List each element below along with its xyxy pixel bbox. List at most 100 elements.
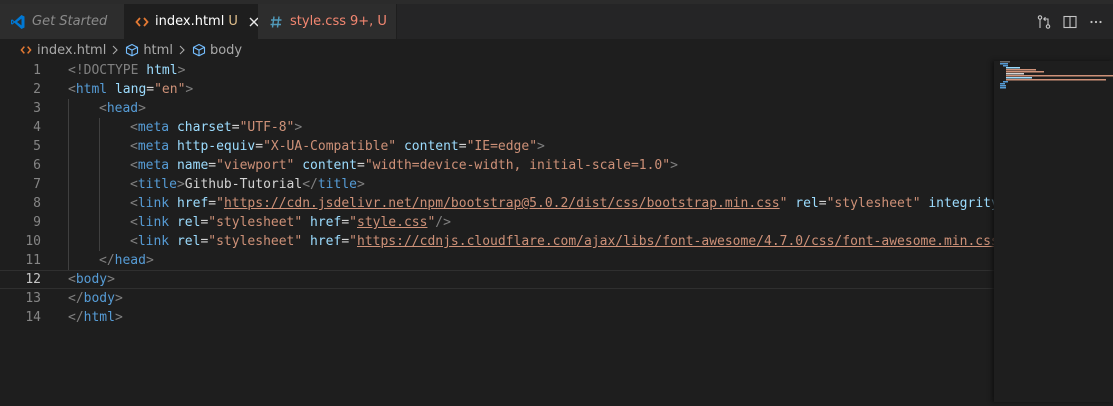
breadcrumb-label: index.html: [37, 42, 107, 58]
line-number: 6: [33, 158, 41, 173]
code-line: 11 </head>: [0, 251, 994, 270]
line-content: </html>: [68, 310, 123, 325]
tab-index-html[interactable]: index.html U: [125, 4, 259, 39]
minimap[interactable]: [994, 61, 1113, 402]
attr-name: http-equiv: [176, 139, 256, 154]
tag-name: body: [83, 291, 115, 306]
style-css-link[interactable]: style.css: [357, 215, 427, 230]
attr-name: charset: [176, 120, 232, 135]
code-line: 2 <html lang="en">: [0, 80, 994, 99]
vscode-logo-icon: [10, 14, 26, 30]
line-number: 13: [25, 291, 41, 306]
code-line: 10 <link rel="stylesheet" href="https://…: [0, 232, 994, 251]
line-number: 9: [33, 215, 41, 230]
line-content: <body>: [68, 272, 115, 287]
code-line-current: 12 <body>: [0, 270, 994, 289]
code-editor[interactable]: 1 <!DOCTYPE html> 2 <html lang="en"> 3 <…: [0, 61, 994, 402]
attr-value: "stylesheet": [208, 234, 303, 249]
tag-name: meta: [137, 139, 170, 154]
line-content: </head>: [99, 253, 154, 268]
attr-name: content: [403, 139, 459, 154]
title-text: Github-Tutorial: [184, 177, 303, 192]
tag-name: head: [106, 101, 139, 116]
line-content: <meta charset="UTF-8">: [130, 120, 303, 135]
tag-name: link: [137, 215, 170, 230]
line-content: <link href="https://cdn.jsdelivr.net/npm…: [130, 194, 994, 213]
tag-name: link: [137, 234, 170, 249]
line-number: 4: [33, 120, 41, 135]
line-number: 5: [33, 139, 41, 154]
line-content: <link rel="stylesheet" href="https://cdn…: [130, 232, 994, 251]
css-file-icon: [268, 14, 284, 30]
element-cube-icon: [124, 42, 140, 58]
attr-name: integrity: [928, 196, 994, 211]
line-content: </body>: [68, 291, 123, 306]
attr-name: rel: [176, 215, 201, 230]
line-number: 1: [33, 63, 41, 78]
attr-name: href: [310, 234, 342, 249]
tag-name: title: [317, 177, 357, 192]
breadcrumb-label: body: [209, 42, 243, 58]
tag-name: meta: [137, 120, 170, 135]
breadcrumb-item-html[interactable]: html: [124, 42, 173, 58]
tab-label: style.css: [290, 14, 346, 29]
line-number: 14: [25, 310, 41, 325]
tag-name: link: [137, 196, 170, 211]
code-line: 7 <title>Github-Tutorial</title>: [0, 175, 994, 194]
line-number: 2: [33, 82, 41, 97]
attr-value: "width=device-width, initial-scale=1.0": [364, 158, 671, 173]
tag-name: head: [114, 253, 146, 268]
tag-name: meta: [137, 158, 170, 173]
attr-name: rel: [176, 234, 201, 249]
attr-value: "viewport": [216, 158, 295, 173]
split-editor-icon[interactable]: [1057, 9, 1083, 35]
attr-name: href: [310, 215, 342, 230]
code-line: 4 <meta charset="UTF-8">: [0, 118, 994, 137]
editor-actions: [1031, 4, 1113, 39]
tab-label: Get Started: [32, 14, 108, 29]
attr-name: name: [176, 158, 209, 173]
code-line: 1 <!DOCTYPE html>: [0, 61, 994, 80]
attr-value: "stylesheet": [826, 196, 921, 211]
breadcrumb-item-body[interactable]: body: [191, 42, 242, 58]
tab-style-css[interactable]: style.css 9+, U: [258, 4, 397, 39]
code-line: 9 <link rel="stylesheet" href="style.css…: [0, 213, 994, 232]
attr-name: lang: [114, 82, 147, 97]
attr-value: "UTF-8": [239, 120, 295, 135]
attr-name: rel: [795, 196, 819, 211]
tag-name: html: [75, 82, 108, 97]
tag-name: html: [83, 310, 115, 325]
breadcrumb-label: html: [143, 42, 173, 58]
code-line: 3 <head>: [0, 99, 994, 118]
breadcrumb-item-file[interactable]: index.html: [18, 42, 106, 58]
open-changes-icon[interactable]: [1031, 9, 1057, 35]
tab-label: index.html: [155, 14, 225, 29]
tag-name: title: [137, 177, 177, 192]
tab-get-started[interactable]: Get Started: [0, 4, 125, 39]
chevron-right-icon: [175, 45, 189, 55]
line-content: <meta http-equiv="X-UA-Compatible" conte…: [130, 139, 545, 154]
editor-tab-bar: Get Started index.html U style.css 9+, U: [0, 4, 1113, 39]
attr-value: "X-UA-Compatible": [263, 139, 397, 154]
line-content: <meta name="viewport" content="width=dev…: [130, 158, 678, 173]
attr-name: content: [302, 158, 358, 173]
line-number: 10: [25, 234, 41, 249]
code-line: 5 <meta http-equiv="X-UA-Compatible" con…: [0, 137, 994, 156]
font-awesome-url-link[interactable]: https://cdnjs.cloudflare.com/ajax/libs/f…: [357, 234, 994, 249]
line-number: 12: [25, 272, 41, 287]
more-actions-icon[interactable]: [1083, 9, 1109, 35]
line-content: <head>: [99, 101, 146, 116]
bootstrap-url-link[interactable]: https://cdn.jsdelivr.net/npm/bootstrap@5…: [224, 196, 780, 211]
breadcrumb: index.html html body: [0, 39, 1000, 61]
html-file-icon: [18, 42, 34, 58]
chevron-right-icon: [108, 45, 122, 55]
attr-value: "en": [154, 82, 186, 97]
code-line: 13 </body>: [0, 289, 994, 308]
line-content: <link rel="stylesheet" href="style.css"/…: [130, 215, 451, 230]
line-number: 3: [33, 101, 41, 116]
line-number: 7: [33, 177, 41, 192]
line-content: <title>Github-Tutorial</title>: [130, 177, 365, 192]
tab-problems-status: 9+, U: [350, 14, 387, 29]
line-content: <!DOCTYPE html>: [68, 63, 186, 78]
code-line: 6 <meta name="viewport" content="width=d…: [0, 156, 994, 175]
